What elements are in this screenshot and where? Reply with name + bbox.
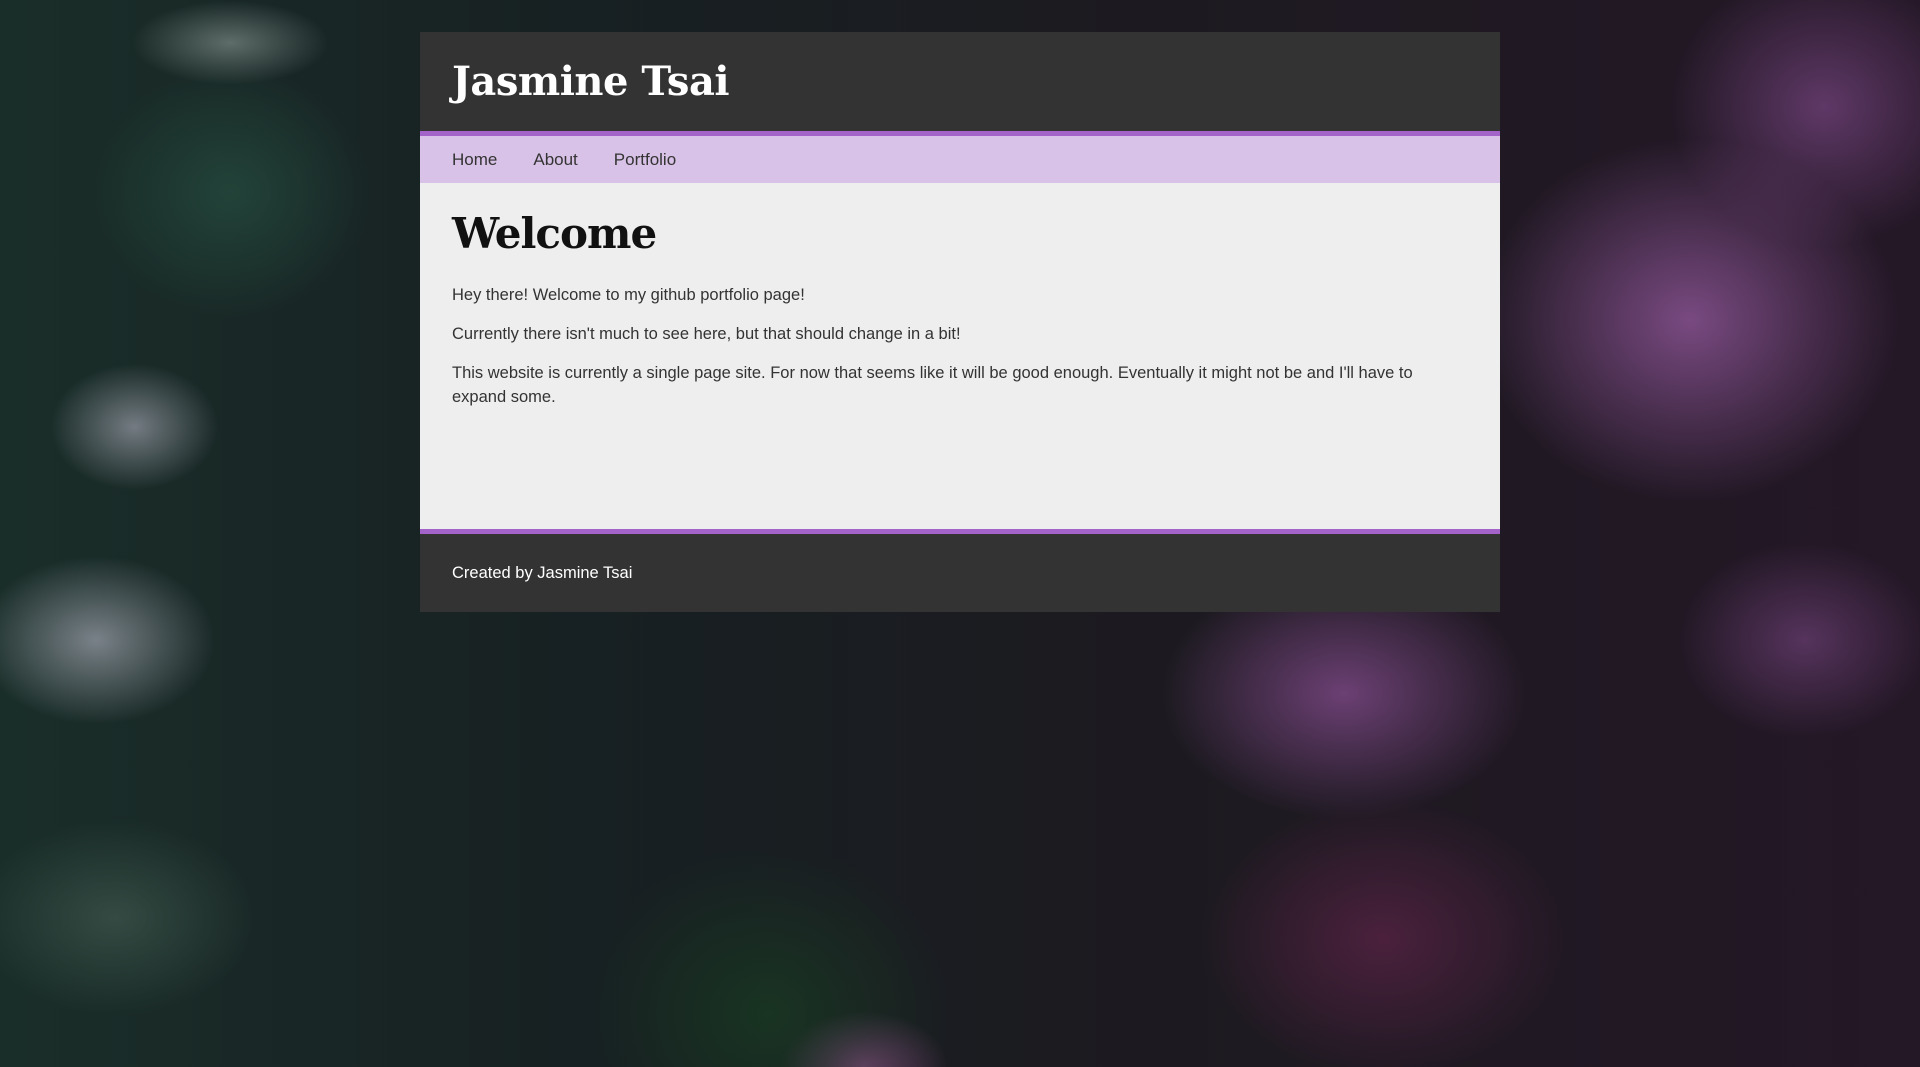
footer-credit: Created by Jasmine Tsai [452,563,633,582]
page-heading: Welcome [452,209,657,258]
site-footer: Created by Jasmine Tsai [420,534,1500,612]
site-info-paragraph: This website is currently a single page … [452,364,1413,407]
site-title: Jasmine Tsai [452,58,730,105]
status-paragraph: Currently there isn't much to see here, … [452,325,961,344]
intro-paragraph: Hey there! Welcome to my github portfoli… [452,286,805,305]
nav-bar: Home About Portfolio [420,136,1500,183]
nav-link-portfolio[interactable]: Portfolio [614,150,676,170]
nav-link-home[interactable]: Home [452,150,497,170]
main-content: Welcome Hey there! Welcome to my github … [420,183,1500,534]
site-header: Jasmine Tsai [420,32,1500,136]
page-container: Jasmine Tsai Home About Portfolio Welcom… [420,32,1500,612]
nav-link-about[interactable]: About [533,150,577,170]
